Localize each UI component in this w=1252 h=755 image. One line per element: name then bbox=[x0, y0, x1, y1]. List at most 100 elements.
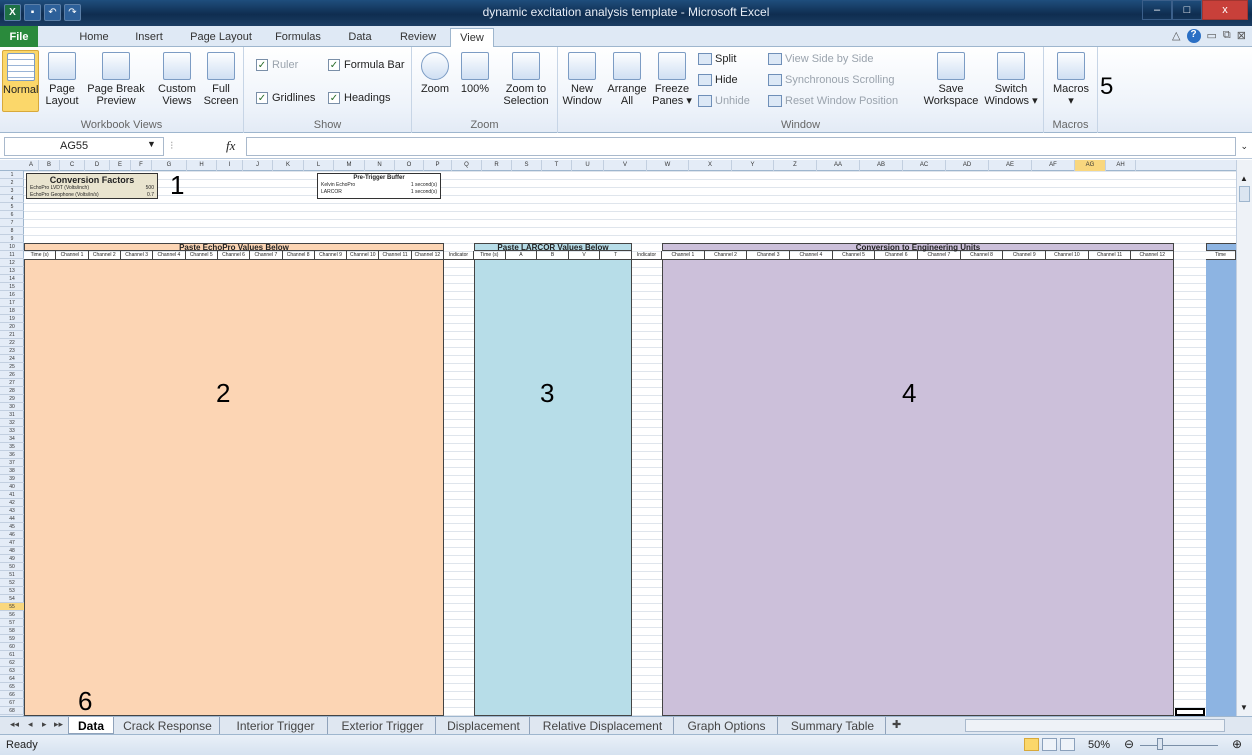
next-sheet-icon[interactable]: ▸ bbox=[42, 719, 47, 730]
tab-insert[interactable]: Insert bbox=[126, 28, 172, 47]
conversion-data-area[interactable] bbox=[662, 260, 1174, 716]
sheet-tab-data[interactable]: Data bbox=[68, 717, 114, 734]
macros-button[interactable]: Macros ▾ bbox=[1050, 52, 1092, 107]
sheet-tab-graph-options[interactable]: Graph Options bbox=[676, 717, 778, 734]
zoom-level[interactable]: 50% bbox=[1088, 739, 1110, 751]
scroll-up-icon[interactable]: ▲ bbox=[1240, 174, 1248, 183]
horizontal-scrollbar[interactable] bbox=[965, 719, 1225, 732]
row-header[interactable]: 30 bbox=[0, 403, 24, 411]
column-header[interactable]: N bbox=[365, 160, 395, 171]
column-header[interactable]: X bbox=[689, 160, 732, 171]
column-header[interactable]: E bbox=[110, 160, 131, 171]
expand-formula-icon[interactable]: ⌄ bbox=[1240, 141, 1248, 152]
row-header[interactable]: 61 bbox=[0, 651, 24, 659]
zoom-in-icon[interactable]: ⊕ bbox=[1232, 737, 1242, 751]
column-header[interactable]: AD bbox=[946, 160, 989, 171]
column-header[interactable]: F bbox=[131, 160, 152, 171]
row-header[interactable]: 37 bbox=[0, 459, 24, 467]
view-side-by-side-button[interactable]: View Side by Side bbox=[768, 53, 873, 65]
column-header[interactable]: AG bbox=[1075, 160, 1106, 171]
vertical-scrollbar[interactable]: ▲ ▼ bbox=[1236, 160, 1252, 716]
row-header[interactable]: 55 bbox=[0, 603, 24, 611]
page-break-preview-button[interactable]: Page Break Preview bbox=[84, 52, 148, 107]
row-header[interactable]: 3 bbox=[0, 187, 24, 195]
name-box-dropdown-icon[interactable]: ▼ bbox=[147, 139, 156, 149]
column-header[interactable]: A bbox=[24, 160, 39, 171]
row-header[interactable]: 1 bbox=[0, 171, 24, 179]
row-header[interactable]: 24 bbox=[0, 355, 24, 363]
row-header[interactable]: 32 bbox=[0, 419, 24, 427]
row-header[interactable]: 67 bbox=[0, 699, 24, 707]
unhide-button[interactable]: Unhide bbox=[698, 95, 750, 107]
row-header[interactable]: 64 bbox=[0, 675, 24, 683]
row-header[interactable]: 31 bbox=[0, 411, 24, 419]
reset-window-position-button[interactable]: Reset Window Position bbox=[768, 95, 898, 107]
row-header[interactable]: 27 bbox=[0, 379, 24, 387]
row-header[interactable]: 2 bbox=[0, 179, 24, 187]
column-header[interactable]: V bbox=[604, 160, 647, 171]
column-header[interactable]: AE bbox=[989, 160, 1032, 171]
row-header[interactable]: 25 bbox=[0, 363, 24, 371]
insert-sheet-icon[interactable]: ✚ bbox=[892, 718, 901, 731]
restore-window-icon[interactable]: ▭ bbox=[1207, 29, 1217, 43]
right-data-area[interactable] bbox=[1206, 260, 1236, 716]
row-header[interactable]: 19 bbox=[0, 315, 24, 323]
column-header[interactable]: H bbox=[187, 160, 217, 171]
scroll-thumb[interactable] bbox=[1239, 186, 1250, 202]
last-sheet-icon[interactable]: ▸▸ bbox=[54, 719, 63, 730]
page-layout-status-icon[interactable] bbox=[1042, 738, 1057, 751]
row-header[interactable]: 65 bbox=[0, 683, 24, 691]
column-header[interactable]: U bbox=[572, 160, 604, 171]
hide-button[interactable]: Hide bbox=[698, 74, 738, 86]
larcor-data-area[interactable] bbox=[474, 260, 632, 716]
formula-bar-checkbox[interactable]: ✓ Formula Bar bbox=[328, 59, 405, 71]
row-header[interactable]: 48 bbox=[0, 547, 24, 555]
tab-formulas[interactable]: Formulas bbox=[268, 28, 328, 47]
column-header[interactable]: O bbox=[395, 160, 424, 171]
row-header[interactable]: 4 bbox=[0, 195, 24, 203]
normal-view-button[interactable]: Normal bbox=[2, 50, 39, 112]
row-header[interactable]: 46 bbox=[0, 531, 24, 539]
tab-review[interactable]: Review bbox=[392, 28, 444, 47]
zoom-button[interactable]: Zoom bbox=[416, 52, 454, 95]
row-header[interactable]: 54 bbox=[0, 595, 24, 603]
column-header[interactable]: AF bbox=[1032, 160, 1075, 171]
row-header[interactable]: 5 bbox=[0, 203, 24, 211]
close-button[interactable]: x bbox=[1202, 0, 1248, 20]
column-header[interactable]: M bbox=[334, 160, 365, 171]
formula-input[interactable] bbox=[246, 137, 1236, 156]
maximize-button[interactable]: □ bbox=[1172, 0, 1202, 20]
tab-file[interactable]: File bbox=[0, 26, 38, 47]
row-header[interactable]: 8 bbox=[0, 227, 24, 235]
column-header[interactable]: C bbox=[60, 160, 85, 171]
row-header[interactable]: 41 bbox=[0, 491, 24, 499]
name-box[interactable]: AG55 bbox=[4, 137, 164, 156]
row-header[interactable]: 14 bbox=[0, 275, 24, 283]
row-header[interactable]: 59 bbox=[0, 635, 24, 643]
column-header[interactable]: AB bbox=[860, 160, 903, 171]
column-header[interactable]: K bbox=[273, 160, 304, 171]
column-header[interactable]: AH bbox=[1106, 160, 1136, 171]
tab-data[interactable]: Data bbox=[340, 28, 380, 47]
page-layout-button[interactable]: Page Layout bbox=[44, 52, 80, 107]
row-header[interactable]: 51 bbox=[0, 571, 24, 579]
row-header[interactable]: 66 bbox=[0, 691, 24, 699]
column-header[interactable]: R bbox=[482, 160, 512, 171]
column-header[interactable]: J bbox=[243, 160, 273, 171]
row-header[interactable]: 43 bbox=[0, 507, 24, 515]
echopro-data-area[interactable] bbox=[24, 260, 444, 716]
column-header[interactable]: Z bbox=[774, 160, 817, 171]
row-header[interactable]: 13 bbox=[0, 267, 24, 275]
row-header[interactable]: 36 bbox=[0, 451, 24, 459]
headings-checkbox[interactable]: ✓ Headings bbox=[328, 92, 390, 104]
row-header[interactable]: 10 bbox=[0, 243, 24, 251]
row-header[interactable]: 26 bbox=[0, 371, 24, 379]
row-header[interactable]: 42 bbox=[0, 499, 24, 507]
row-header[interactable]: 22 bbox=[0, 339, 24, 347]
row-header[interactable]: 47 bbox=[0, 539, 24, 547]
switch-windows-button[interactable]: Switch Windows ▾ bbox=[982, 52, 1040, 107]
row-header[interactable]: 16 bbox=[0, 291, 24, 299]
row-header[interactable]: 7 bbox=[0, 219, 24, 227]
row-header[interactable]: 50 bbox=[0, 563, 24, 571]
tab-page-layout[interactable]: Page Layout bbox=[184, 28, 258, 47]
